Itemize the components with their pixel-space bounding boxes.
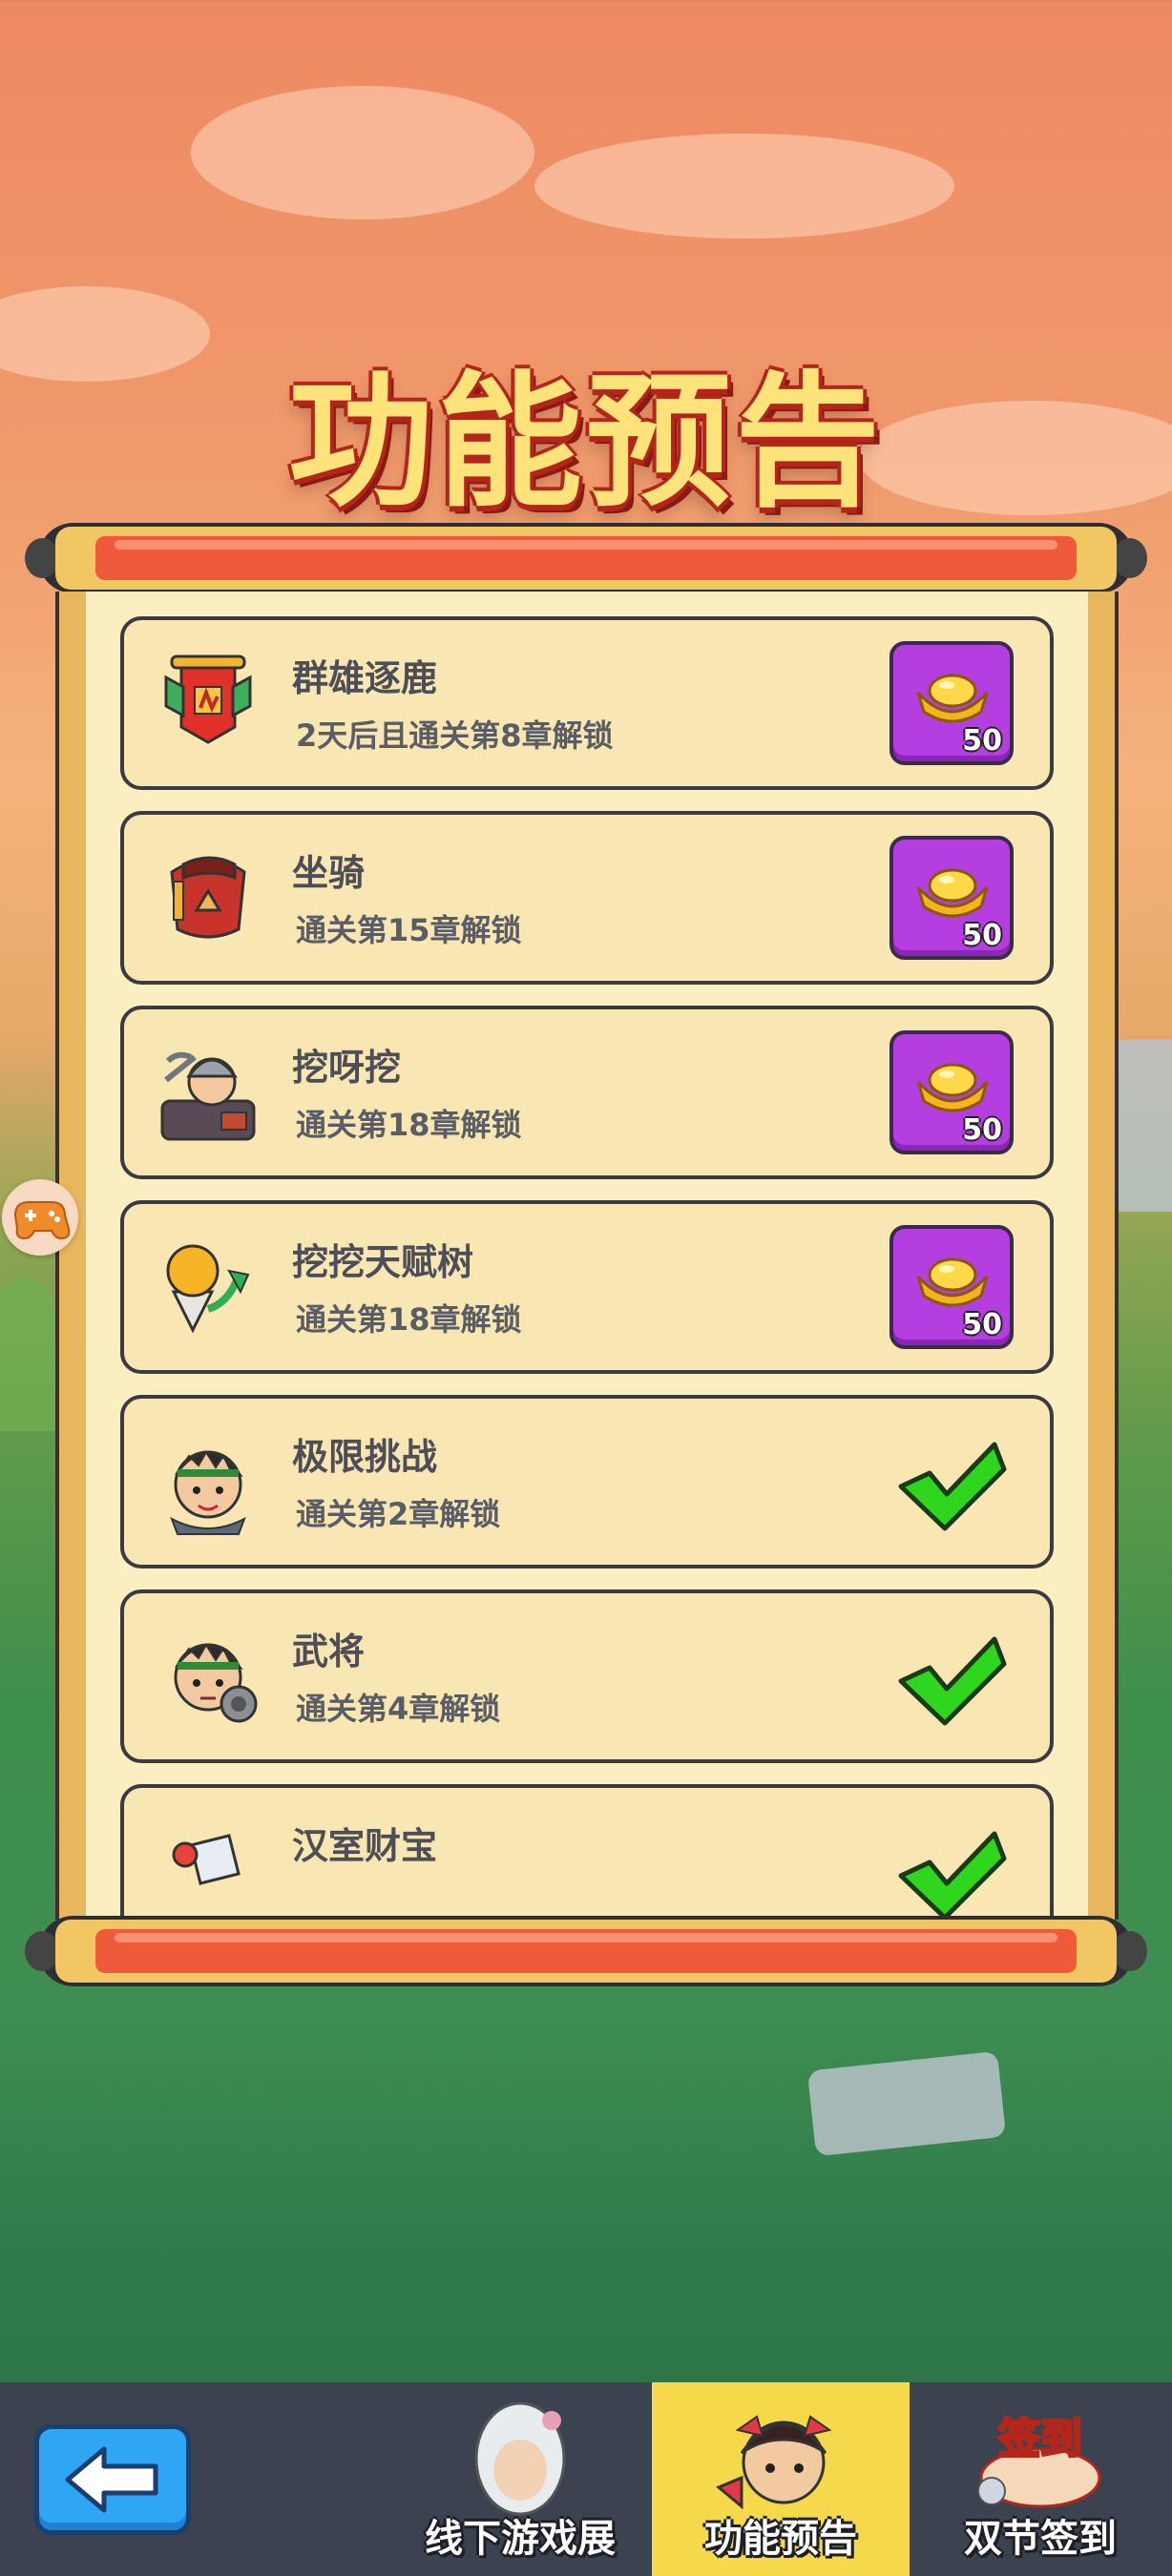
cloud [191, 86, 534, 219]
list-item[interactable]: 汉室财宝 [120, 1784, 1054, 1920]
feature-name: 坐骑 [292, 852, 366, 894]
reward-amount: 50 [962, 1113, 1002, 1147]
miner-icon [160, 1051, 256, 1141]
gamepad-icon [13, 1201, 71, 1240]
tab-label: 功能预告 [704, 2517, 857, 2561]
feature-list: 群雄逐鹿 2天后且通关第8章解锁 50 坐骑 通关第15章解锁 50 挖呀挖 通… [120, 616, 1054, 1920]
list-item[interactable]: 坐骑 通关第15章解锁 50 [120, 811, 1054, 985]
feature-scroll: 群雄逐鹿 2天后且通关第8章解锁 50 坐骑 通关第15章解锁 50 挖呀挖 通… [55, 592, 1119, 1920]
tab-label: 线下游戏展 [425, 2517, 616, 2561]
scroll-top-roller [25, 523, 1147, 593]
reward-badge[interactable]: 50 [889, 641, 1014, 765]
list-item[interactable]: 群雄逐鹿 2天后且通关第8章解锁 50 [120, 616, 1054, 790]
gold-ingot-icon [916, 674, 989, 723]
reward-badge[interactable]: 50 [889, 1225, 1014, 1349]
tab-sign-in[interactable]: 签到 双节签到 [911, 2382, 1169, 2576]
page-title: 功能预告 [288, 356, 884, 527]
feature-name: 挖挖天赋树 [292, 1241, 474, 1283]
sign-in-art-text: 签到 [998, 2415, 1082, 2463]
feature-name: 极限挑战 [292, 1436, 438, 1478]
bottom-nav-bar: 线下游戏展 功能预告 签到 双节签到 [0, 2382, 1172, 2576]
feature-unlock-condition: 通关第2章解锁 [296, 1496, 501, 1532]
list-item[interactable]: 挖呀挖 通关第18章解锁 50 [120, 1006, 1054, 1179]
offline-expo-icon [474, 2401, 566, 2516]
banner-icon [164, 654, 252, 744]
reward-amount: 50 [962, 724, 1002, 758]
warrior-icon [170, 1450, 246, 1535]
tab-label: 双节签到 [964, 2517, 1117, 2561]
feature-unlock-condition: 2天后且通关第8章解锁 [296, 717, 614, 754]
tab-offline-expo[interactable]: 线下游戏展 [391, 2382, 649, 2576]
feature-unlock-condition: 通关第4章解锁 [296, 1691, 501, 1727]
reward-badge[interactable]: 50 [889, 836, 1014, 960]
reward-amount: 50 [962, 919, 1002, 952]
list-item[interactable]: 武将 通关第4章解锁 [120, 1589, 1054, 1763]
feature-unlock-condition: 通关第15章解锁 [296, 912, 522, 948]
checkmark-icon [898, 1636, 1007, 1726]
feature-name: 群雄逐鹿 [292, 657, 438, 699]
checkmark-icon [898, 1831, 1007, 1920]
feature-name: 武将 [292, 1631, 366, 1672]
checkmark-icon [898, 1442, 1007, 1531]
reward-amount: 50 [962, 1308, 1002, 1341]
list-item[interactable]: 挖挖天赋树 通关第18章解锁 50 [120, 1200, 1054, 1374]
scroll-bottom-roller [25, 1916, 1147, 1986]
tab-feature-preview[interactable]: 功能预告 [652, 2382, 910, 2576]
treasure-icon [172, 1834, 241, 1885]
back-button[interactable] [34, 2424, 191, 2535]
cloud [534, 134, 954, 239]
feature-unlock-condition: 通关第18章解锁 [296, 1301, 522, 1338]
general-icon [174, 1643, 258, 1723]
sign-in-icon: 签到 [977, 2414, 1101, 2508]
saddle-icon [170, 856, 246, 939]
feature-preview-icon [716, 2415, 832, 2510]
rock [806, 2050, 1007, 2157]
feature-name: 汉室财宝 [292, 1825, 438, 1867]
gold-ingot-icon [916, 1257, 989, 1307]
feature-list-viewport[interactable]: 群雄逐鹿 2天后且通关第8章解锁 50 坐骑 通关第15章解锁 50 挖呀挖 通… [86, 592, 1088, 1920]
reward-badge[interactable]: 50 [889, 1030, 1014, 1154]
gold-ingot-icon [916, 1063, 989, 1112]
fist-upgrade-icon [166, 1244, 250, 1334]
list-item[interactable]: 极限挑战 通关第2章解锁 [120, 1395, 1054, 1568]
arrow-left-icon [65, 2446, 158, 2513]
gamepad-float-button[interactable] [2, 1179, 78, 1256]
gold-ingot-icon [916, 868, 989, 918]
feature-name: 挖呀挖 [292, 1047, 402, 1089]
feature-unlock-condition: 通关第18章解锁 [296, 1107, 522, 1143]
